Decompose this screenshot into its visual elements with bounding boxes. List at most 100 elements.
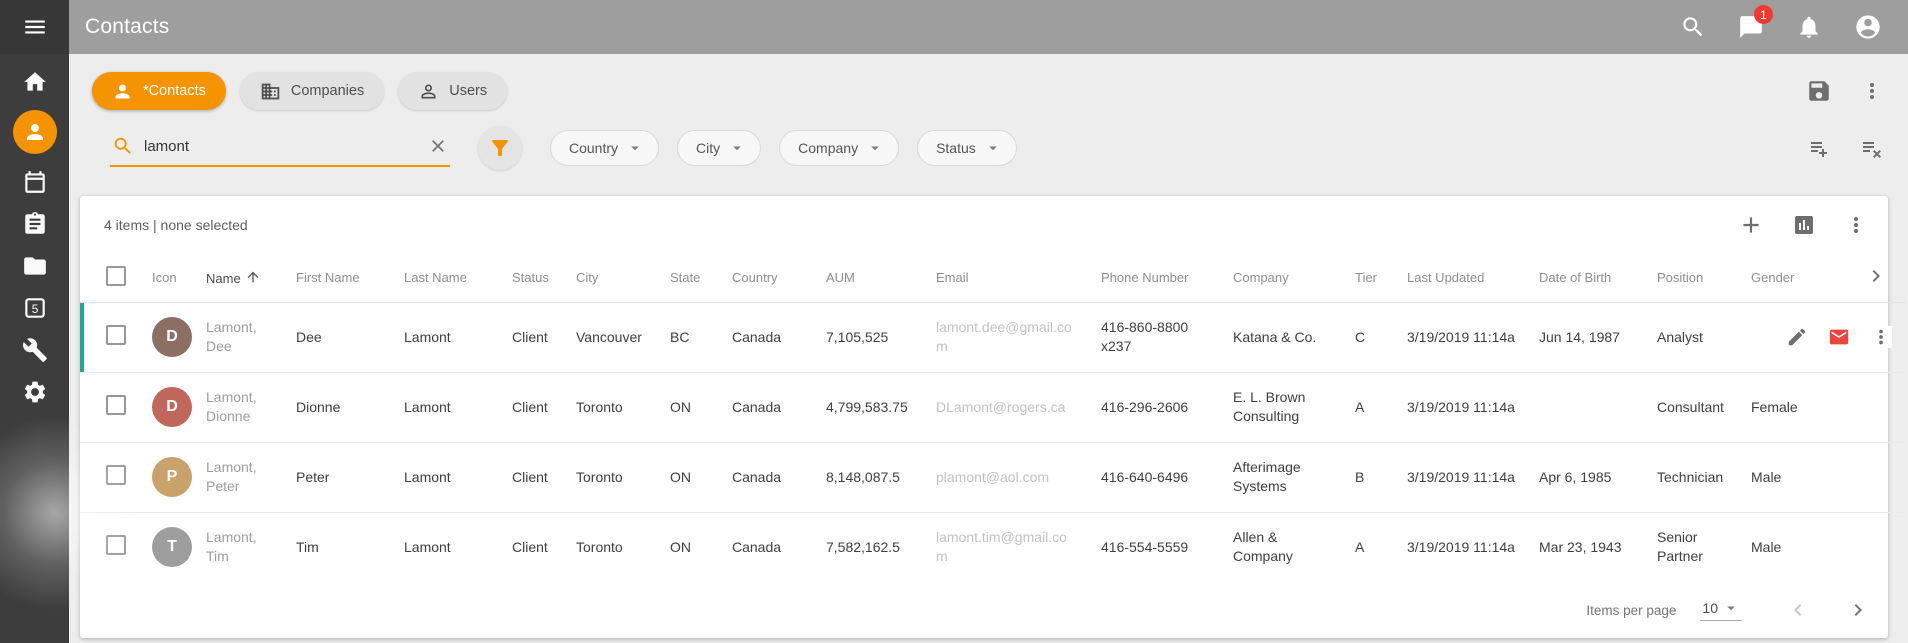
table-row[interactable]: T Lamont, Tim Tim Lamont Client Toronto … <box>80 512 1906 582</box>
main-area: Contacts 1 *Contacts Companies <box>69 0 1908 643</box>
col-header-city[interactable]: City <box>564 254 658 302</box>
col-header-position[interactable]: Position <box>1645 254 1739 302</box>
save-view-button[interactable] <box>1806 78 1832 104</box>
col-header-name[interactable]: Name <box>194 254 284 302</box>
next-page-button[interactable] <box>1846 598 1870 622</box>
menu-button[interactable] <box>0 0 69 54</box>
table-row[interactable]: P Lamont, Peter Peter Lamont Client Toro… <box>80 442 1906 512</box>
filter-chip-city[interactable]: City <box>677 130 761 166</box>
col-header-dob[interactable]: Date of Birth <box>1527 254 1645 302</box>
table-row[interactable]: D Lamont, Dee Dee Lamont Client Vancouve… <box>80 302 1906 372</box>
cell-gender: Female <box>1739 372 1823 442</box>
wrench-icon <box>22 337 48 363</box>
cell-aum: 7,582,162.5 <box>814 512 924 582</box>
col-header-state[interactable]: State <box>658 254 720 302</box>
cell-company: E. L. Brown Consulting <box>1221 372 1343 442</box>
col-header-country[interactable]: Country <box>720 254 814 302</box>
search-input[interactable] <box>144 138 418 155</box>
col-header-last-name[interactable]: Last Name <box>392 254 500 302</box>
scroll-right-icon[interactable] <box>1864 264 1888 288</box>
cell-last-updated: 3/19/2019 11:14a <box>1395 302 1527 372</box>
chart-view-button[interactable] <box>1792 213 1816 237</box>
col-header-tier[interactable]: Tier <box>1343 254 1395 302</box>
sidebar-item-settings[interactable] <box>13 378 57 406</box>
select-all-checkbox[interactable] <box>106 266 126 286</box>
search-icon[interactable] <box>1680 14 1706 40</box>
sidebar-nav <box>0 54 69 406</box>
row-checkbox[interactable] <box>106 325 126 345</box>
filter-chip-status[interactable]: Status <box>917 130 1017 166</box>
tabs-menu-icon[interactable] <box>1860 79 1884 103</box>
col-header-phone[interactable]: Phone Number <box>1089 254 1221 302</box>
row-checkbox[interactable] <box>106 395 126 415</box>
cell-first-name: Peter <box>284 442 392 512</box>
account-icon[interactable] <box>1854 13 1882 41</box>
grid-menu-icon[interactable] <box>1844 213 1868 237</box>
content: *Contacts Companies Users <box>69 54 1908 643</box>
chip-label: City <box>696 140 720 156</box>
row-checkbox[interactable] <box>106 465 126 485</box>
notification-badge: 1 <box>1754 5 1773 24</box>
filter-chip-country[interactable]: Country <box>550 130 659 166</box>
cell-email: plamont@aol.com <box>924 442 1089 512</box>
email-icon[interactable] <box>1828 326 1850 348</box>
cell-email: DLamont@rogers.ca <box>924 372 1089 442</box>
col-header-company[interactable]: Company <box>1221 254 1343 302</box>
person-outline-icon <box>418 81 439 102</box>
cell-city: Toronto <box>564 372 658 442</box>
sidebar-item-tools[interactable] <box>13 336 57 364</box>
cell-position: Technician <box>1645 442 1739 512</box>
cell-city: Toronto <box>564 442 658 512</box>
sidebar-item-home[interactable] <box>13 68 57 96</box>
clear-filters-icon[interactable] <box>1860 136 1884 160</box>
cell-position: Analyst <box>1645 302 1739 372</box>
cell-city: Toronto <box>564 512 658 582</box>
cell-first-name: Dee <box>284 302 392 372</box>
col-header-aum[interactable]: AUM <box>814 254 924 302</box>
table-row[interactable]: D Lamont, Dionne Dionne Lamont Client To… <box>80 372 1906 442</box>
sidebar-item-contacts[interactable] <box>13 110 57 154</box>
avatar: P <box>152 457 192 497</box>
add-contact-button[interactable] <box>1738 212 1764 238</box>
avatar: D <box>152 387 192 427</box>
sidebar-item-calendar[interactable] <box>13 168 57 196</box>
col-header-gender[interactable]: Gender <box>1739 254 1823 302</box>
col-header-first-name[interactable]: First Name <box>284 254 392 302</box>
page-size-select[interactable]: 10 <box>1700 599 1742 621</box>
five-box-icon <box>22 295 48 321</box>
gear-icon <box>22 379 48 405</box>
sidebar-item-tasks[interactable] <box>13 210 57 238</box>
row-menu-icon[interactable] <box>1870 326 1892 348</box>
cell-tier: C <box>1343 302 1395 372</box>
cell-phone: 416-640-6496 <box>1089 442 1221 512</box>
tab-users[interactable]: Users <box>398 72 507 110</box>
sidebar-item-documents[interactable] <box>13 252 57 280</box>
bell-icon[interactable] <box>1796 14 1822 40</box>
col-header-email[interactable]: Email <box>924 254 1089 302</box>
cell-last-updated: 3/19/2019 11:14a <box>1395 442 1527 512</box>
chevron-down-icon <box>626 139 644 157</box>
cell-name: Lamont, Dionne <box>194 372 284 442</box>
add-filter-icon[interactable] <box>1808 136 1832 160</box>
cell-country: Canada <box>720 442 814 512</box>
filter-funnel-button[interactable] <box>478 126 522 170</box>
chat-button[interactable]: 1 <box>1738 14 1764 40</box>
col-header-status[interactable]: Status <box>500 254 564 302</box>
cell-name: Lamont, Tim <box>194 512 284 582</box>
cell-tier: A <box>1343 372 1395 442</box>
cell-gender: Male <box>1739 512 1823 582</box>
tab-companies[interactable]: Companies <box>240 72 384 110</box>
cell-last-name: Lamont <box>392 302 500 372</box>
sidebar-item-five[interactable] <box>13 294 57 322</box>
cell-name: Lamont, Dee <box>194 302 284 372</box>
cell-gender: Male <box>1739 442 1823 512</box>
filter-chip-company[interactable]: Company <box>779 130 899 166</box>
clear-search-icon[interactable] <box>428 136 448 156</box>
contact-search <box>110 129 450 167</box>
prev-page-button[interactable] <box>1786 598 1810 622</box>
home-icon <box>22 69 48 95</box>
col-header-last-updated[interactable]: Last Updated <box>1395 254 1527 302</box>
edit-icon[interactable] <box>1786 326 1808 348</box>
tab-contacts[interactable]: *Contacts <box>92 72 226 110</box>
row-checkbox[interactable] <box>106 535 126 555</box>
